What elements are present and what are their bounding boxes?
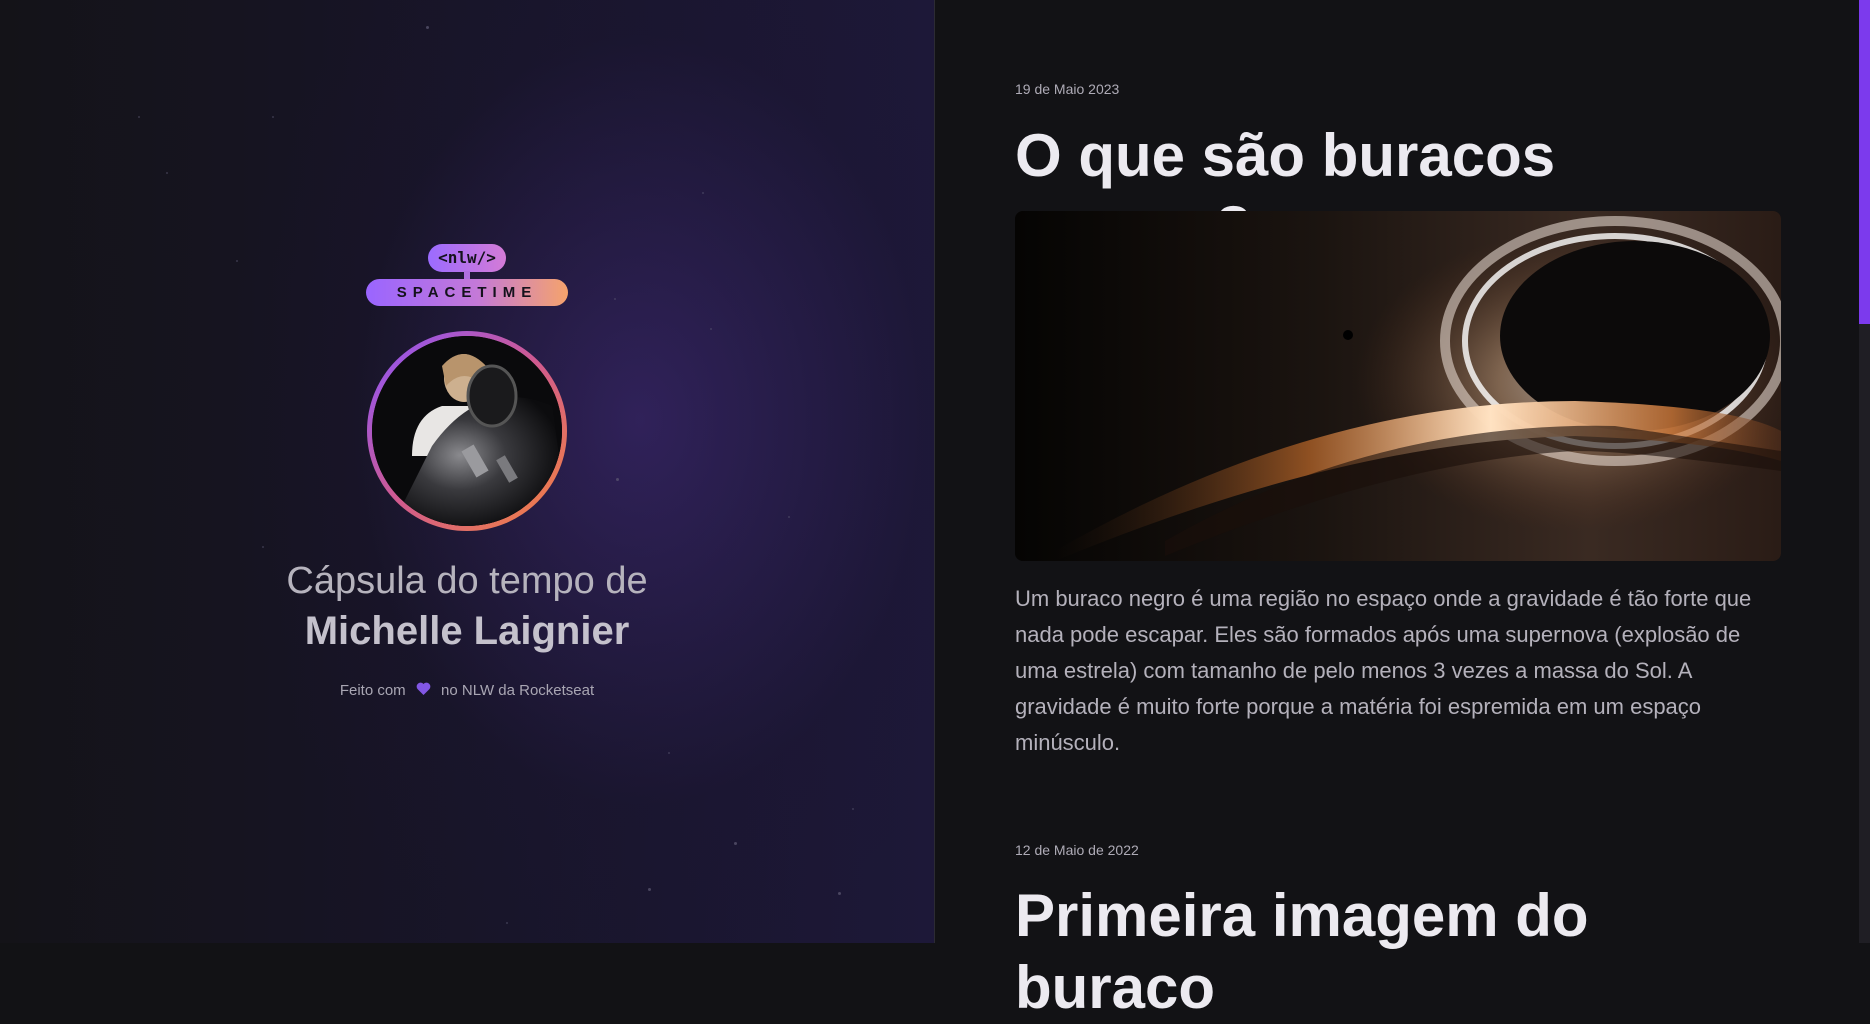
memory-cover-image: [1015, 211, 1781, 561]
heart-icon: [416, 681, 431, 701]
memory-date: 19 de Maio 2023: [1015, 81, 1120, 97]
made-with-prefix: Feito com: [339, 682, 406, 699]
hero-panel: <nlw/> SPACETIME Cápsula do tempo de Mic…: [0, 0, 935, 943]
logo-spacetime-text: SPACETIME: [366, 279, 568, 306]
footer-credit: Feito com no NLW da Rocketseat: [0, 681, 934, 701]
owner-name: Michelle Laignier: [304, 609, 630, 653]
memory-date: 12 de Maio de 2022: [1015, 842, 1139, 858]
memory-item: 19 de Maio 2023: [1015, 80, 1781, 98]
capsule-title: Cápsula do tempo de: [286, 560, 648, 602]
made-with-suffix: no NLW da Rocketseat: [441, 682, 595, 699]
scrollbar-thumb[interactable]: [1859, 0, 1870, 324]
avatar: [367, 331, 567, 531]
memory-title: Primeira imagem do buraco: [1015, 882, 1589, 1021]
memory-item: 12 de Maio de 2022: [1015, 841, 1781, 859]
memory-content: Um buraco negro é uma região no espaço o…: [1015, 586, 1752, 755]
avatar-photo: [372, 336, 562, 526]
nlw-spacetime-logo: <nlw/> SPACETIME: [366, 244, 568, 306]
logo-code-tag: <nlw/>: [428, 244, 506, 272]
